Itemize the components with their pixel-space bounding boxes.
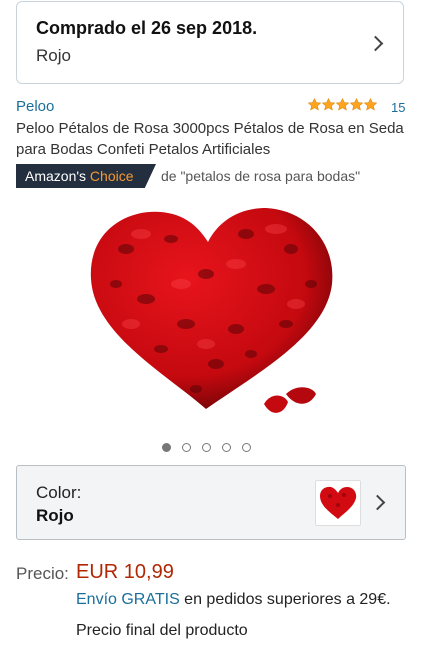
order-date: Comprado el 26 sep 2018. — [36, 18, 258, 38]
final-price-note: Precio final del producto — [76, 622, 248, 639]
shipping-condition: en pedidos superiores a 29€. — [179, 591, 391, 608]
badge-prefix: Amazon's — [25, 168, 87, 184]
color-label: Color: — [36, 483, 82, 502]
carousel-dot[interactable] — [242, 443, 251, 452]
brand-link[interactable]: Peloo — [16, 98, 54, 115]
carousel-dot[interactable] — [202, 443, 211, 452]
chevron-right-icon — [369, 494, 386, 511]
free-shipping-link[interactable]: Envío GRATIS — [76, 591, 180, 608]
carousel-dot[interactable] — [222, 443, 231, 452]
price-value: EUR 10,99 — [76, 561, 174, 583]
image-carousel-dots[interactable] — [162, 443, 251, 452]
order-info-card[interactable]: Comprado el 26 sep 2018. Rojo — [16, 1, 404, 84]
rating-count[interactable]: 15 — [391, 100, 405, 115]
product-image[interactable] — [86, 204, 336, 424]
star-icon — [350, 98, 363, 111]
order-variant: Rojo — [36, 46, 71, 65]
carousel-dot[interactable] — [162, 443, 171, 452]
heart-rose-petals-image — [90, 208, 333, 413]
star-icon — [364, 98, 377, 111]
shipping-info: Envío GRATIS en pedidos superiores a 29€… — [76, 591, 391, 609]
badge-highlight: Choice — [89, 168, 134, 184]
star-icon — [336, 98, 349, 111]
star-icon — [322, 98, 335, 111]
carousel-dot[interactable] — [182, 443, 191, 452]
color-value: Rojo — [36, 506, 74, 525]
star-icon — [308, 98, 321, 111]
amazons-choice-badge: Amazon's Choice — [16, 164, 156, 188]
rating-stars[interactable] — [308, 98, 377, 111]
heart-thumbnail-icon — [320, 486, 357, 519]
chevron-right-icon — [367, 35, 384, 52]
color-selector[interactable]: Color: Rojo — [16, 465, 406, 540]
color-thumbnail — [315, 480, 361, 526]
badge-keyword: de "petalos de rosa para bodas" — [161, 168, 361, 184]
product-title: Peloo Pétalos de Rosa 3000pcs Pétalos de… — [16, 120, 404, 158]
price-label: Precio: — [16, 564, 69, 583]
